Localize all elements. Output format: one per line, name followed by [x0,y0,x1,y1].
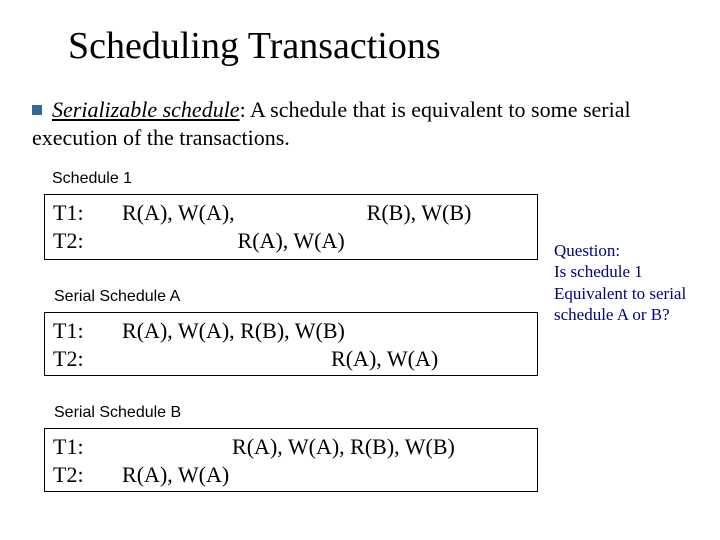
slide: Scheduling Transactions Serializable sch… [0,0,720,540]
term-serializable-schedule: Serializable schedule [52,97,240,122]
question-line-3: Equivalent to serial [554,283,714,304]
serialA-t2: T2: R(A), W(A) [53,345,529,373]
serialB-t1: T1: R(A), W(A), R(B), W(B) [53,433,529,461]
box-schedule-1: T1: R(A), W(A), R(B), W(B) T2: R(A), W(A… [44,194,538,260]
serialB-t2: T2: R(A), W(A) [53,461,529,489]
definition-bullet: Serializable schedule: A schedule that i… [32,96,700,151]
slide-title: Scheduling Transactions [68,24,441,68]
label-schedule-1: Schedule 1 [52,170,132,188]
serialA-t1: T1: R(A), W(A), R(B), W(B) [53,317,529,345]
box-serial-schedule-b: T1: R(A), W(A), R(B), W(B) T2: R(A), W(A… [44,428,538,492]
label-serial-schedule-a: Serial Schedule A [54,288,180,306]
box-serial-schedule-a: T1: R(A), W(A), R(B), W(B) T2: R(A), W(A… [44,312,538,376]
schedule1-t2: T2: R(A), W(A) [53,227,529,255]
question-line-2: Is schedule 1 [554,261,714,282]
bullet-square-icon [32,105,42,115]
schedule1-t1: T1: R(A), W(A), R(B), W(B) [53,199,529,227]
label-serial-schedule-b: Serial Schedule B [54,404,181,422]
question-text: Question: Is schedule 1 Equivalent to se… [554,240,714,325]
question-line-4: schedule A or B? [554,304,714,325]
question-line-1: Question: [554,240,714,261]
